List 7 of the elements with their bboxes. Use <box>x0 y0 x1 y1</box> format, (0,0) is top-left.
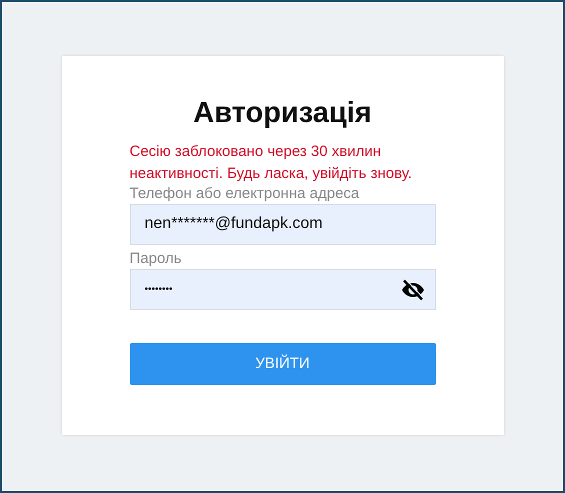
error-message: Сесію заблоковано через 30 хвилин неактивності. Будь ласка, увійдіть знову. <box>130 142 413 184</box>
field-label: Пароль <box>130 248 183 269</box>
field-label: Телефон або електронна адреса <box>130 184 360 204</box>
password-field[interactable]: •••••••• <box>130 268 436 310</box>
login-field[interactable]: nen*******@fundapk.com <box>130 204 436 245</box>
eye-slash-icon[interactable] <box>400 278 424 301</box>
page-title: Авторизація <box>192 96 373 131</box>
